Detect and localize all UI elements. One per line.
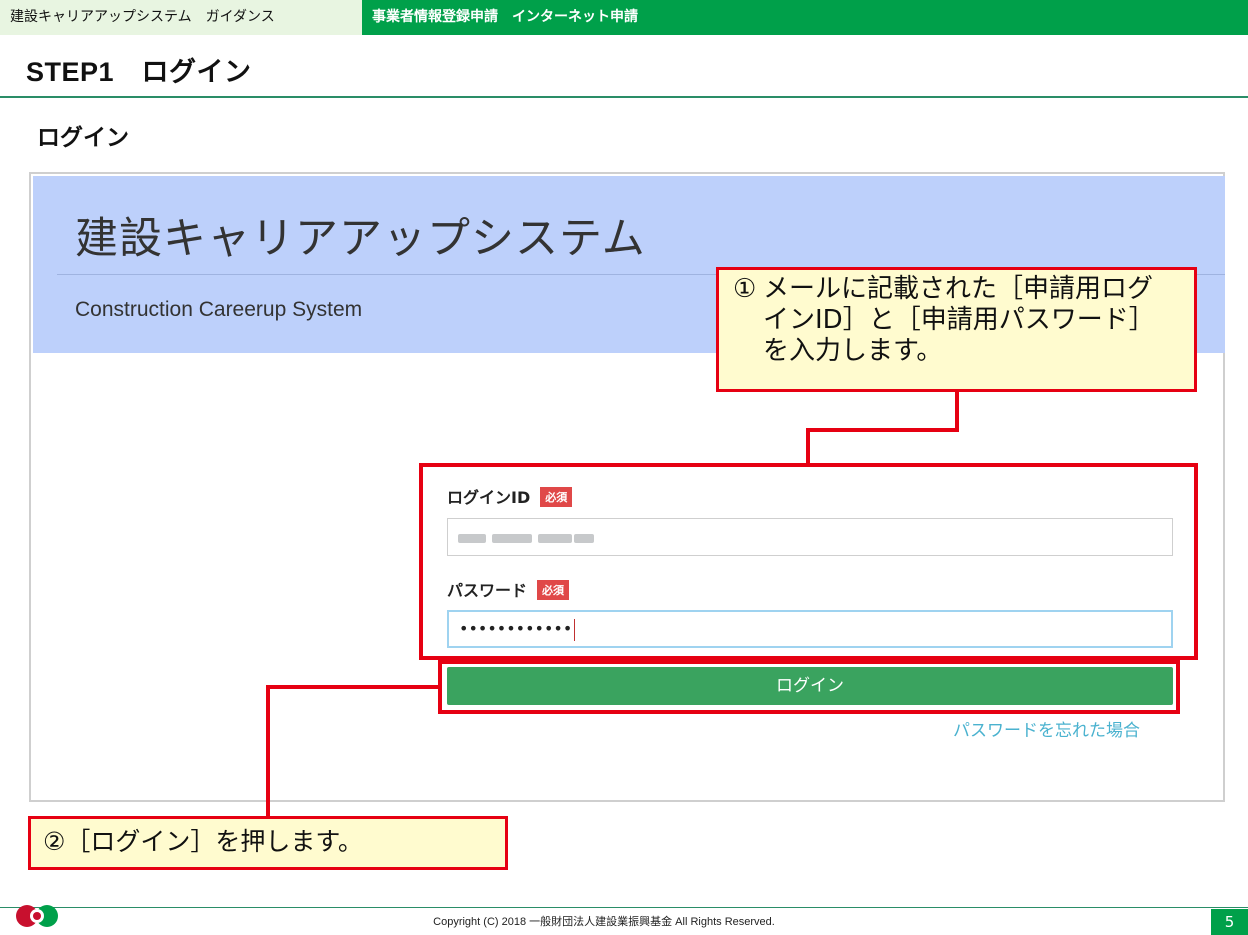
forgot-password-link[interactable]: パスワードを忘れた場合 [953, 716, 1140, 741]
callout-connector [806, 428, 959, 432]
copyright-text: Copyright (C) 2018 一般財団法人建設業振興基金 All Rig… [433, 916, 775, 928]
callout-connector [806, 428, 810, 465]
title-divider [0, 96, 1248, 98]
callout-connector [266, 685, 270, 818]
callout-text: メールに記載された［申請用ログインID］と［申請用パスワード］を入力します。 [763, 274, 1155, 366]
highlight-box-fields [419, 463, 1198, 660]
callout-connector [266, 685, 440, 689]
system-name-japanese: 建設キャリアアップシステム [75, 214, 646, 264]
page-number: 5 [1211, 909, 1248, 935]
section-title: 事業者情報登録申請 インターネット申請 [372, 9, 638, 25]
callout-press-login: ②［ログイン］を押します。 [28, 816, 508, 870]
guidance-title-tab: 建設キャリアアップシステム ガイダンス [0, 0, 362, 35]
callout-enter-credentials: ① メールに記載された［申請用ログインID］と［申請用パスワード］を入力します。 [716, 267, 1197, 392]
page-title: STEP1 ログイン [26, 57, 252, 87]
callout-connector [955, 392, 959, 432]
system-name-english: Construction Careerup System [75, 298, 363, 321]
callout-number: ① [733, 274, 757, 304]
footer-divider [0, 907, 1248, 908]
highlight-box-login-button [438, 660, 1180, 714]
sub-heading: ログイン [37, 125, 129, 151]
